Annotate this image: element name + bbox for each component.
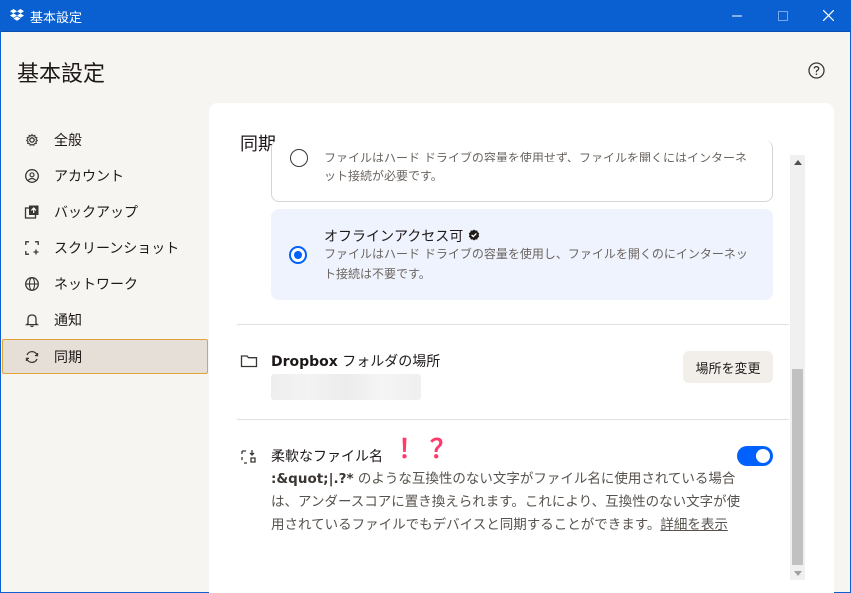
incompatible-chars: :&quot;|.?*: [271, 471, 354, 487]
gear-icon: [25, 133, 39, 147]
sidebar-item-label: ネットワーク: [54, 277, 138, 293]
maximize-button[interactable]: [760, 0, 806, 31]
account-icon: [25, 169, 39, 183]
sidebar-item-label: バックアップ: [54, 205, 138, 221]
folder-icon: [240, 355, 258, 368]
folder-label-brand: Dropbox: [271, 354, 338, 370]
option-online-desc-line1: ファイルはハード ドライブの容量を使用せず、ファイルを開くにはインターネ: [324, 151, 747, 162]
question-mark: ？: [430, 435, 457, 465]
sidebar-item-notifications[interactable]: 通知: [2, 302, 208, 337]
minimize-icon: [732, 15, 742, 16]
scroll-down-button[interactable]: [790, 566, 805, 580]
maximize-icon: [778, 10, 788, 21]
scrollbar-thumb[interactable]: [792, 369, 803, 565]
bell-icon: [24, 314, 40, 328]
flexible-filenames-title: 柔軟なファイル名: [271, 449, 383, 465]
verified-check-icon: [468, 229, 480, 241]
arrow-up-icon: [793, 159, 802, 165]
change-location-button[interactable]: 場所を変更: [683, 351, 773, 383]
sync-icon: [25, 351, 39, 363]
help-icon[interactable]: [808, 62, 825, 79]
folder-label-text: フォルダの場所: [337, 354, 441, 370]
arrow-down-icon: [793, 570, 802, 576]
radio-offline[interactable]: [289, 246, 307, 264]
sidebar-item-label: 通知: [54, 313, 82, 329]
flexible-filenames-toggle[interactable]: [737, 446, 773, 466]
sidebar-item-screenshot[interactable]: スクリーンショット: [2, 230, 208, 265]
sidebar-item-label: スクリーンショット: [54, 241, 180, 257]
filename-swap-icon: [241, 450, 256, 464]
globe-icon: [25, 277, 39, 291]
folder-location-label: Dropbox フォルダの場所: [271, 351, 440, 371]
scroll-clip: [240, 130, 785, 152]
backup-icon: [24, 205, 39, 219]
window-title: 基本設定: [30, 11, 83, 26]
sidebar-item-label: 同期: [54, 350, 82, 366]
page-title: 基本設定: [17, 62, 106, 87]
title-bar: 基本設定: [0, 0, 851, 32]
sidebar-item-sync[interactable]: 同期: [2, 339, 208, 374]
screenshot-icon: [25, 241, 39, 255]
option-offline-desc: ファイルはハード ドライブの容量を使用し、ファイルを開くのにインターネット接続は…: [324, 247, 748, 281]
sidebar-item-backup[interactable]: バックアップ: [2, 194, 208, 229]
flexible-filenames-desc: :&quot;|.?* のような互換性のない文字がファイル名に使用されている場合…: [271, 468, 741, 537]
sidebar-item-label: 全般: [54, 133, 82, 149]
exclamation-mark: ！: [398, 435, 425, 465]
sidebar-item-label: アカウント: [54, 169, 124, 185]
close-icon: [822, 10, 834, 21]
scroll-up-button[interactable]: [790, 155, 805, 169]
option-offline-title: オフラインアクセス可: [324, 229, 464, 245]
close-button[interactable]: [805, 0, 851, 31]
sidebar-item-account[interactable]: アカウント: [2, 158, 208, 193]
sidebar-item-general[interactable]: 全般: [2, 122, 208, 157]
learn-more-link-part1[interactable]: 詳: [660, 517, 674, 533]
learn-more-link[interactable]: 細を表示: [674, 517, 728, 533]
divider: [237, 324, 789, 325]
folder-path-redacted: [271, 374, 421, 400]
dropbox-logo-icon: [10, 9, 24, 21]
option-online-desc-line2: ット接続が必要です。: [324, 169, 443, 183]
sidebar-item-network[interactable]: ネットワーク: [2, 266, 208, 301]
divider: [237, 419, 789, 420]
minimize-button[interactable]: [714, 0, 760, 31]
